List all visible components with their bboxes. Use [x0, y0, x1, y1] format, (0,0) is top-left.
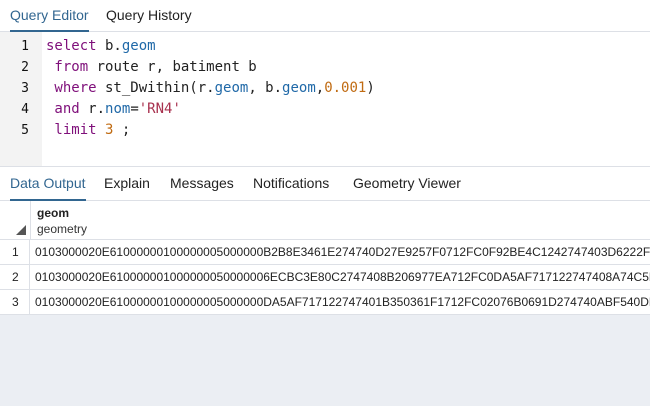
data-output-grid: geom geometry 1 0103000020E6100000010000…	[0, 201, 650, 406]
code-token: geom	[121, 38, 156, 54]
code-token: =	[130, 101, 139, 117]
code-line[interactable]: select b.geom	[46, 36, 156, 57]
tab-messages[interactable]: Messages	[170, 167, 234, 200]
code-token: 'RN4'	[138, 101, 181, 117]
select-all-corner[interactable]	[0, 201, 31, 239]
select-all-icon	[16, 225, 26, 235]
code-token: b.	[96, 38, 122, 54]
row-number[interactable]: 2	[0, 265, 30, 289]
geom-cell[interactable]: 0103000020E61000000100000005000000B2B8E3…	[35, 240, 650, 264]
line-number: 2	[21, 60, 29, 75]
code-token: from	[46, 59, 89, 75]
table-row[interactable]: 2 0103000020E610000001000000050000006ECB…	[0, 265, 650, 290]
line-number: 4	[21, 102, 29, 117]
column-name[interactable]: geom	[37, 206, 69, 220]
code-token: , b.	[248, 80, 283, 96]
table-row[interactable]: 3 0103000020E61000000100000005000000DA5A…	[0, 290, 650, 315]
line-number-gutter: 1 2 3 4 5	[0, 32, 42, 166]
tab-data-output[interactable]: Data Output	[10, 167, 86, 201]
tab-explain[interactable]: Explain	[104, 167, 150, 200]
row-number[interactable]: 1	[0, 240, 30, 264]
code-line[interactable]: and r.nom='RN4'	[46, 99, 181, 120]
code-token: limit	[46, 122, 97, 138]
code-token: and	[46, 101, 80, 117]
query-tool-tab-bar: Query Editor Query History	[0, 0, 650, 32]
line-number: 3	[21, 81, 29, 96]
geom-cell[interactable]: 0103000020E610000001000000050000006ECBC3…	[35, 265, 650, 289]
code-line[interactable]: where st_Dwithin(r.geom, b.geom,0.001)	[46, 78, 375, 99]
column-type: geometry	[37, 222, 88, 236]
line-number: 5	[21, 123, 29, 138]
code-token: r.	[79, 101, 106, 117]
grid-header: geom geometry	[0, 201, 650, 240]
code-token: ,	[315, 80, 325, 96]
code-token: geom	[282, 80, 316, 96]
geom-cell[interactable]: 0103000020E61000000100000005000000DA5AF7…	[35, 290, 650, 314]
code-token: 0.001	[324, 80, 367, 96]
code-line[interactable]: from route r, batiment b	[46, 57, 257, 78]
code-line[interactable]: limit 3 ;	[46, 120, 130, 141]
sql-editor[interactable]: 1 2 3 4 5 select b.geom from route r, ba…	[0, 32, 650, 166]
code-token: ;	[113, 122, 131, 138]
results-tab-bar: Data Output Explain Messages Notificatio…	[0, 167, 650, 201]
code-token: nom	[105, 101, 131, 117]
tab-query-history[interactable]: Query History	[106, 0, 192, 31]
tab-notifications[interactable]: Notifications	[253, 167, 329, 200]
tab-geometry-viewer[interactable]: Geometry Viewer	[353, 167, 461, 200]
code-token: select	[46, 38, 97, 54]
code-token: where	[46, 80, 97, 96]
tab-query-editor[interactable]: Query Editor	[10, 0, 89, 32]
code-token: geom	[214, 80, 249, 96]
table-row[interactable]: 1 0103000020E61000000100000005000000B2B8…	[0, 240, 650, 265]
code-token: st_Dwithin(r.	[96, 80, 215, 96]
code-token: )	[366, 80, 375, 96]
line-number: 1	[21, 39, 29, 54]
code-token: route r, batiment b	[88, 59, 257, 75]
row-number[interactable]: 3	[0, 290, 30, 314]
